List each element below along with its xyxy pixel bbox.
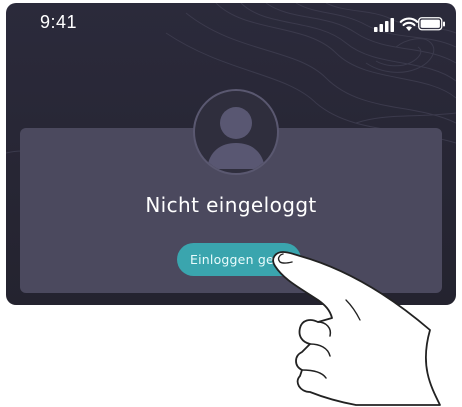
user-placeholder-icon (193, 89, 279, 175)
clock-time: 9:41 (40, 12, 78, 32)
status-bar: 9:41 (6, 3, 456, 43)
cellular-signal-icon (374, 18, 394, 32)
login-button[interactable]: Einloggen gehen (177, 243, 301, 276)
phone-screen: 9:41 Nicht eingeloggt Einloggen gehen (6, 3, 456, 305)
status-icons (356, 15, 446, 33)
screenshot-stage: 9:41 Nicht eingeloggt Einloggen gehen (0, 0, 462, 407)
wifi-icon (399, 17, 419, 31)
avatar-silhouette (207, 107, 265, 169)
battery-icon (418, 17, 445, 31)
login-status-text: Nicht eingeloggt (145, 193, 317, 217)
